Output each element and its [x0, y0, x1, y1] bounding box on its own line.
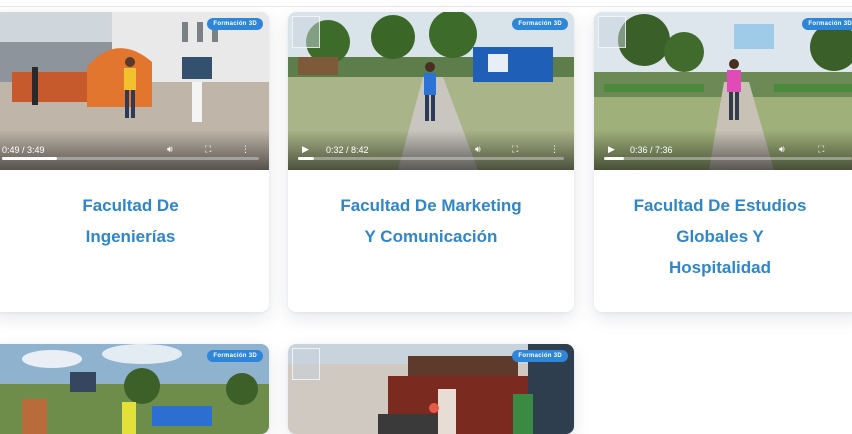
volume-icon[interactable]: 🔊︎ [475, 144, 481, 155]
badge: Formación 3D [207, 18, 263, 30]
fullscreen-icon[interactable]: ⛶ [818, 144, 824, 155]
time-display: 0:36 / 7:36 [630, 145, 673, 155]
progress-bar[interactable] [604, 157, 852, 160]
title-line: Hospitalidad [668, 258, 771, 277]
title-line: Facultad De Estudios [633, 196, 807, 215]
top-divider [0, 6, 852, 7]
progress-bar[interactable] [298, 157, 564, 160]
progress-fill [2, 157, 57, 160]
fullscreen-icon[interactable]: ⛶ [205, 144, 211, 155]
progress-bar[interactable] [2, 157, 259, 160]
more-options-icon[interactable]: ⋮ [550, 144, 559, 155]
video-player[interactable]: Formación 3D [288, 344, 574, 434]
minimap-thumbnail [292, 16, 320, 48]
faculty-card-row2-2[interactable]: Formación 3D [288, 344, 574, 434]
title-line: Y Comunicación [364, 227, 498, 246]
badge: Formación 3D [512, 18, 568, 30]
badge: Formación 3D [512, 350, 568, 362]
progress-fill [604, 157, 624, 160]
faculty-card-ingenierias[interactable]: Formación 3D 0:49 / 3:49 🔊︎ ⛶ ⋮ Facultad… [0, 12, 269, 312]
video-controls: ▶ 0:32 / 8:42 🔊︎ ⛶ ⋮ [288, 130, 574, 170]
video-player[interactable]: Formación 3D 0:49 / 3:49 🔊︎ ⛶ ⋮ [0, 12, 269, 170]
minimap-thumbnail [292, 348, 320, 380]
title-line: Facultad De Marketing [340, 196, 522, 215]
card-title[interactable]: Facultad De Estudios Globales Y Hospital… [594, 190, 846, 283]
minimap-thumbnail [598, 16, 626, 48]
title-line: Globales Y [676, 227, 764, 246]
video-player[interactable]: Formación 3D ▶ 0:36 / 7:36 🔊︎ ⛶ [594, 12, 852, 170]
badge: Formación 3D [802, 18, 852, 30]
title-line: Facultad De [82, 196, 179, 215]
video-player[interactable]: Formación 3D [0, 344, 269, 434]
video-controls: ▶ 0:36 / 7:36 🔊︎ ⛶ [594, 130, 852, 170]
fullscreen-icon[interactable]: ⛶ [512, 144, 518, 155]
card-title[interactable]: Facultad De Marketing Y Comunicación [288, 190, 574, 252]
video-controls: 0:49 / 3:49 🔊︎ ⛶ ⋮ [0, 130, 269, 170]
card-title[interactable]: Facultad De Ingenierías [0, 190, 269, 252]
time-display: 0:32 / 8:42 [326, 145, 369, 155]
title-line: Ingenierías [85, 227, 176, 246]
volume-icon[interactable]: 🔊︎ [779, 144, 785, 155]
faculty-card-marketing[interactable]: Formación 3D ▶ 0:32 / 8:42 🔊︎ ⛶ ⋮ Facult… [288, 12, 574, 312]
video-player[interactable]: Formación 3D ▶ 0:32 / 8:42 🔊︎ ⛶ ⋮ [288, 12, 574, 170]
play-icon[interactable]: ▶ [608, 144, 615, 155]
badge: Formación 3D [207, 350, 263, 362]
more-options-icon[interactable]: ⋮ [241, 144, 250, 155]
volume-icon[interactable]: 🔊︎ [167, 144, 173, 155]
play-icon[interactable]: ▶ [302, 144, 309, 155]
faculty-card-estudios-globales[interactable]: Formación 3D ▶ 0:36 / 7:36 🔊︎ ⛶ Facultad… [594, 12, 852, 312]
progress-fill [298, 157, 315, 160]
time-display: 0:49 / 3:49 [2, 145, 45, 155]
faculty-card-row2-1[interactable]: Formación 3D [0, 344, 269, 434]
